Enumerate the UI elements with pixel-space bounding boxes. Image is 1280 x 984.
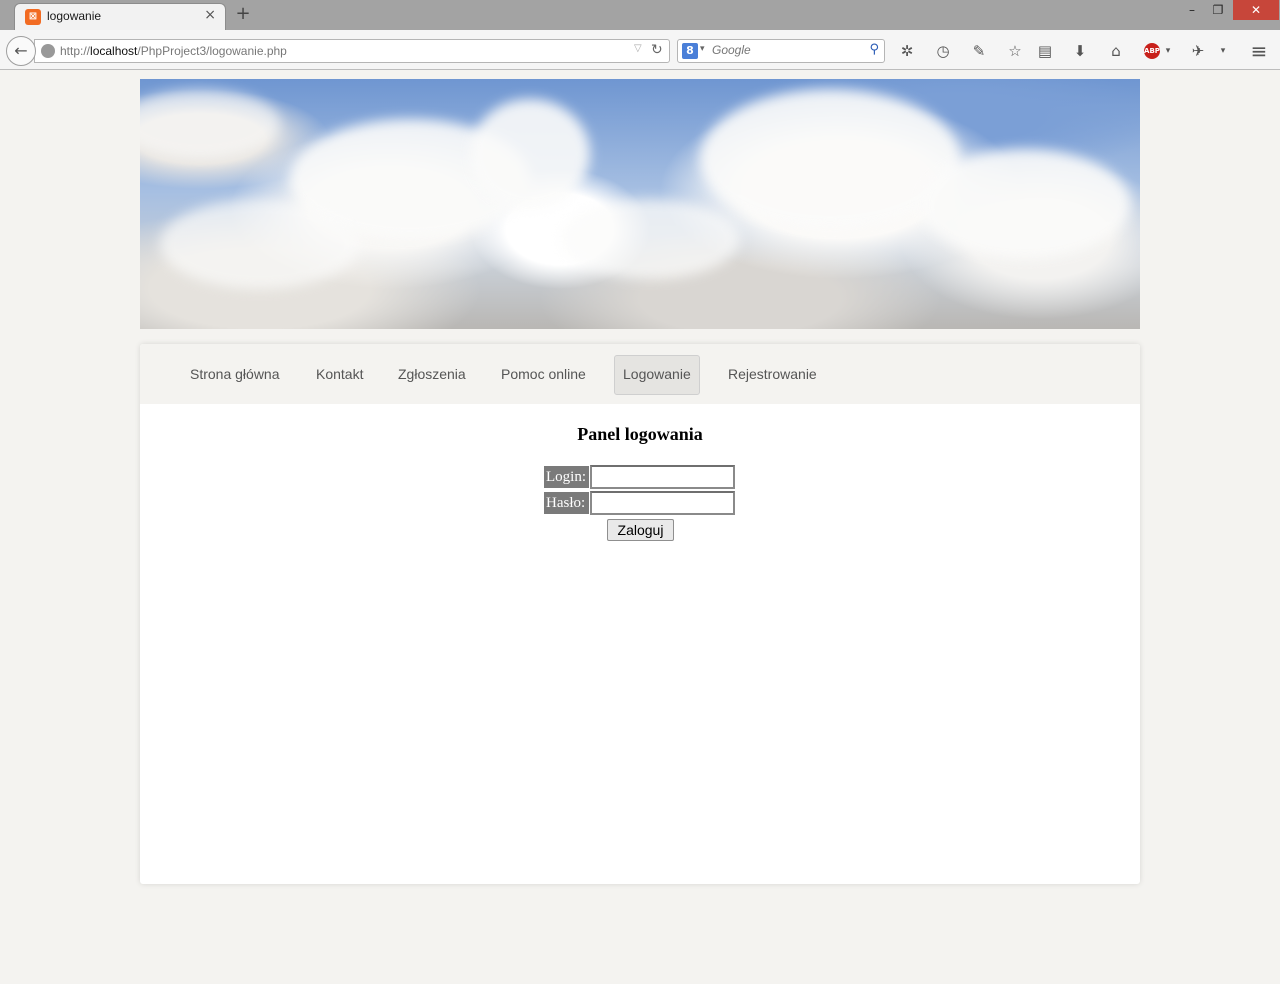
content-box: Strona główna Kontakt Zgłoszenia Pomoc o… [140,344,1140,884]
menu-item-online-help[interactable]: Pomoc online [492,355,595,395]
xampp-favicon-icon: ⊠ [25,9,41,25]
tab-close-icon[interactable]: × [204,7,216,23]
reading-list-icon[interactable]: ▤ [1035,41,1055,61]
menu-item-contact[interactable]: Kontakt [307,355,372,395]
search-input[interactable] [712,43,862,57]
google-engine-icon[interactable]: 8 [682,43,698,59]
header-clouds-image [140,79,1140,329]
url-dropdown-icon[interactable]: ▽ [634,43,642,54]
menu-item-login[interactable]: Logowanie [614,355,700,395]
login-label: Login: [544,466,589,488]
url-text[interactable]: http://localhost/PhpProject3/logowanie.p… [60,44,287,58]
search-engine-dropdown-icon[interactable]: ▾ [700,44,705,54]
menu-item-home[interactable]: Strona główna [181,355,289,395]
settings-gear-icon[interactable]: ✲ [897,41,917,61]
browser-titlebar: ⊠ logowanie × + – ❐ ✕ [0,0,1280,30]
extension-icon[interactable]: ✈ [1188,41,1208,61]
login-input[interactable] [590,465,735,489]
download-arrow-icon[interactable]: ⬇ [1070,41,1090,61]
back-arrow-icon: ← [14,41,28,60]
tools-wrench-icon[interactable]: ✎ [969,41,989,61]
reload-icon[interactable]: ↻ [651,42,663,58]
history-clock-icon[interactable]: ◷ [933,41,953,61]
adblock-dropdown-icon[interactable]: ▾ [1158,41,1178,61]
hamburger-menu-icon[interactable]: ≡ [1249,41,1269,61]
password-input[interactable] [590,491,735,515]
menu-item-reports[interactable]: Zgłoszenia [389,355,475,395]
url-scheme: http:// [60,44,91,58]
login-submit-button[interactable]: Zaloguj [607,519,674,541]
password-label: Hasło: [544,492,589,514]
globe-icon [41,44,55,58]
back-button[interactable]: ← [6,36,36,66]
search-magnifier-icon[interactable]: ⚲ [869,42,879,57]
url-host: localhost [90,44,138,58]
tab-title: logowanie [47,9,102,23]
browser-navbar: http://localhost/PhpProject3/logowanie.p… [0,30,1280,70]
home-icon[interactable]: ⌂ [1106,41,1126,61]
main-menu: Strona główna Kontakt Zgłoszenia Pomoc o… [140,344,1140,404]
url-bar[interactable]: http://localhost/PhpProject3/logowanie.p… [34,39,670,63]
new-tab-button[interactable]: + [234,4,252,24]
window-close-button[interactable]: ✕ [1233,0,1279,20]
menu-item-register[interactable]: Rejestrowanie [719,355,826,395]
panel-title: Panel logowania [577,424,703,444]
window-maximize-button[interactable]: ❐ [1206,0,1230,20]
search-bar[interactable]: 8 ▾ ⚲ [677,39,885,63]
bookmark-star-icon[interactable]: ☆ [1005,41,1025,61]
extension-dropdown-icon[interactable]: ▾ [1213,41,1233,61]
window-minimize-button[interactable]: – [1180,0,1204,20]
url-path: /PhpProject3/logowanie.php [137,44,287,58]
browser-tab[interactable]: ⊠ logowanie × [14,3,226,30]
